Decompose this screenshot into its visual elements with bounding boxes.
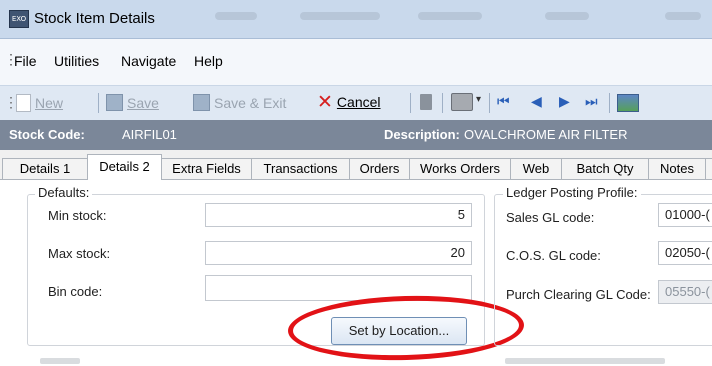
delete-trash-icon[interactable] (420, 94, 432, 110)
save-button[interactable]: Save (106, 94, 159, 111)
menu-file[interactable]: File (14, 53, 37, 69)
print-dropdown-chevron-icon[interactable]: ▾ (476, 94, 481, 105)
print-icon[interactable] (451, 93, 473, 111)
previous-record-icon[interactable]: ◀ (531, 94, 542, 110)
sales-gl-input[interactable]: 01000-( (658, 203, 712, 227)
toolbar-separator (609, 93, 610, 113)
menu-navigate[interactable]: Navigate (121, 53, 176, 69)
menu-bar: ⋮ File Utilities Navigate Help (0, 39, 712, 85)
stock-code-value: AIRFIL01 (122, 127, 177, 142)
tab-extra-fields[interactable]: Extra Fields (161, 158, 252, 179)
tab-web[interactable]: Web (510, 158, 562, 179)
blurred-background-text (545, 12, 589, 20)
toolbar-separator (489, 93, 490, 113)
new-button[interactable]: New (16, 94, 63, 112)
save-disk-icon (106, 94, 123, 111)
new-document-icon (16, 94, 31, 112)
max-stock-label: Max stock: (48, 246, 111, 261)
toolbar: ⋮ New Save Save & Exit ✕ Cancel ▾ ⏮ ◀ ▶ … (0, 85, 712, 121)
new-label: New (35, 95, 64, 111)
app-icon: EXO (9, 10, 29, 28)
bin-code-label: Bin code: (48, 284, 103, 299)
tab-details-1[interactable]: Details 1 (2, 158, 88, 179)
description-label: Description: (384, 127, 460, 142)
purch-clearing-gl-input: 05550-( (658, 280, 712, 304)
min-stock-label: Min stock: (48, 208, 107, 223)
tab-works-orders[interactable]: Works Orders (409, 158, 511, 179)
partially-visible-group-title (505, 358, 665, 364)
blurred-background-text (215, 12, 257, 20)
stock-code-label: Stock Code: (9, 127, 85, 142)
sales-gl-label: Sales GL code: (506, 210, 595, 225)
record-header: Stock Code: AIRFIL01 Description: OVALCH… (0, 120, 712, 150)
menu-help[interactable]: Help (194, 53, 223, 69)
blurred-background-text (418, 12, 482, 20)
save-exit-icon (193, 94, 210, 111)
first-record-icon[interactable]: ⏮ (497, 94, 510, 110)
max-stock-input[interactable]: 20 (205, 241, 472, 265)
menu-utilities[interactable]: Utilities (54, 53, 99, 69)
tab-orders[interactable]: Orders (349, 158, 410, 179)
title-bar: EXO Stock Item Details (0, 0, 712, 39)
tab-strip: Details 1 Details 2 Extra Fields Transac… (0, 152, 712, 180)
window-title: Stock Item Details (34, 10, 155, 27)
partially-visible-group-title (40, 358, 80, 364)
purch-clearing-gl-label: Purch Clearing GL Code: (506, 287, 651, 302)
close-icon: ✕ (317, 91, 333, 113)
min-stock-input[interactable]: 5 (205, 203, 472, 227)
cancel-button[interactable]: ✕ Cancel (317, 91, 381, 113)
tab-batch-qty[interactable]: Batch Qty (561, 158, 649, 179)
blurred-background-text (665, 12, 701, 20)
description-value: OVALCHROME AIR FILTER (464, 127, 628, 142)
toolbar-separator (410, 93, 411, 113)
next-record-icon[interactable]: ▶ (559, 94, 570, 110)
blurred-background-text (300, 12, 380, 20)
tab-notes[interactable]: Notes (648, 158, 706, 179)
ledger-posting-group-title: Ledger Posting Profile: (503, 185, 641, 200)
cos-gl-input[interactable]: 02050-( (658, 241, 712, 265)
save-label: Save (127, 94, 159, 111)
cos-gl-label: C.O.S. GL code: (506, 248, 601, 263)
tab-overflow[interactable] (705, 158, 712, 179)
tab-transactions[interactable]: Transactions (251, 158, 350, 179)
defaults-group-title: Defaults: (35, 185, 93, 200)
last-record-icon[interactable]: ⏭ (585, 94, 598, 110)
save-exit-button[interactable]: Save & Exit (193, 94, 286, 111)
toolbar-separator (98, 93, 99, 113)
tab-details-2[interactable]: Details 2 (87, 154, 162, 180)
image-icon[interactable] (617, 94, 639, 112)
cancel-label: Cancel (336, 94, 381, 110)
toolbar-separator (442, 93, 443, 113)
save-exit-label: Save & Exit (214, 94, 287, 111)
